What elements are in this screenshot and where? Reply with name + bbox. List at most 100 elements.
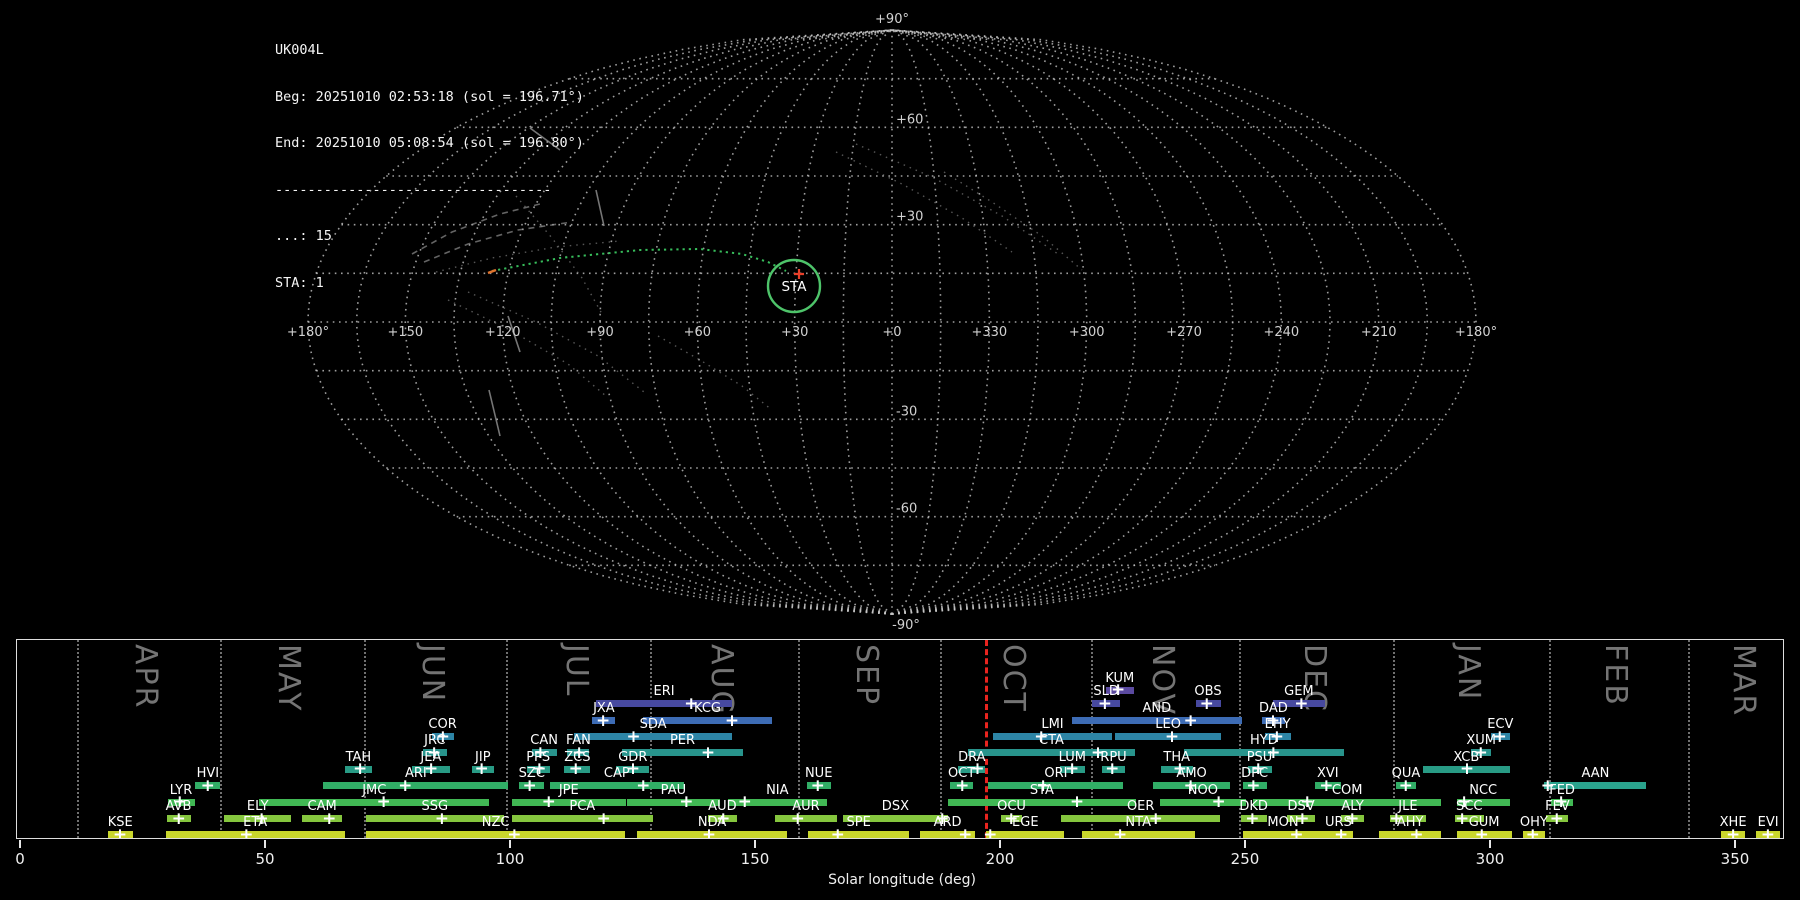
shower-peak-marker: +	[724, 710, 740, 731]
shower-activity-bar	[366, 831, 626, 838]
shower-code-label: NCC	[1469, 782, 1498, 798]
shower-peak-marker: +	[626, 726, 641, 747]
shower-peak-marker: +	[1183, 710, 1198, 731]
x-axis-tick-label: 50	[255, 850, 275, 868]
longitude-label: +300	[1069, 325, 1105, 340]
x-axis-tick	[1244, 840, 1246, 848]
shower-peak-marker: +	[1459, 759, 1475, 779]
shower-peak-marker: +	[701, 824, 717, 839]
track-start-tip	[487, 268, 497, 275]
month-label: JAN	[1450, 644, 1486, 702]
shower-code-label: PER	[669, 733, 696, 748]
shower-peak-marker: +	[983, 824, 998, 839]
radiant-track	[447, 299, 607, 397]
shower-activity-bar	[627, 798, 720, 806]
x-axis-tick	[264, 840, 266, 848]
shower-code-label: KCG	[694, 701, 721, 716]
x-axis-tick-label: 100	[495, 850, 525, 868]
shower-peak-marker: +	[955, 775, 970, 796]
shower-peak-marker: +	[398, 775, 413, 796]
shower-peak-marker: +	[596, 808, 611, 829]
latitude-label: -90°	[892, 618, 920, 633]
shower-activity-bar	[511, 815, 654, 822]
longitude-label: +0	[882, 325, 901, 340]
map-meridian	[550, 29, 893, 615]
radiant-track	[657, 335, 773, 411]
longitude-label: +30	[781, 325, 808, 340]
shower-peak-marker: +	[700, 742, 716, 763]
radiant-track	[515, 195, 603, 315]
month-label: JUL	[559, 644, 595, 698]
latitude-label: -60	[896, 502, 917, 517]
shower-peak-marker: +	[1164, 726, 1180, 747]
longitude-label: +210	[1361, 325, 1397, 340]
shower-peak-marker: +	[1112, 824, 1128, 839]
shower-peak-marker: +	[1549, 808, 1564, 829]
shower-activity-bar	[1159, 798, 1246, 806]
month-label: JUN	[414, 644, 450, 704]
shower-code-label: NTA	[1125, 815, 1151, 830]
shower-peak-marker: +	[322, 808, 337, 829]
x-axis-tick-label: 200	[985, 850, 1015, 868]
latitude-label: +30	[896, 210, 923, 225]
radiant-track	[467, 291, 645, 393]
x-axis-tick	[999, 840, 1001, 848]
shower-peak-marker: +	[1245, 808, 1260, 829]
shower-activity-bar	[774, 815, 838, 822]
radiant-track	[595, 189, 605, 227]
latitude-label: +60	[896, 112, 923, 127]
month-label: APR	[128, 644, 164, 710]
month-separator	[219, 640, 222, 838]
month-separator	[505, 640, 508, 838]
radiant-track	[435, 240, 621, 273]
month-label: OCT	[995, 644, 1031, 713]
month-label: FEB	[1598, 644, 1634, 707]
longitude-label: +180°	[1455, 325, 1497, 340]
x-axis-title: Solar longitude (deg)	[828, 872, 976, 888]
shower-peak-marker: +	[830, 824, 845, 839]
month-label: SEP	[849, 644, 885, 707]
shower-peak-marker: +	[1525, 824, 1540, 839]
longitude-label: +60	[684, 325, 711, 340]
shower-peak-marker: +	[1725, 824, 1741, 839]
month-separator	[76, 640, 79, 838]
shower-peak-marker: +	[1097, 693, 1113, 714]
shower-peak-marker: +	[352, 759, 368, 779]
shower-code-label: CTA	[1039, 733, 1064, 748]
shower-code-label: NZC	[481, 815, 510, 830]
radiant-track	[529, 127, 561, 151]
shower-code-label: JPE	[558, 782, 579, 798]
shower-peak-marker: +	[958, 824, 973, 839]
longitude-label: +330	[971, 325, 1007, 340]
latitude-label: -30	[896, 404, 917, 419]
shower-peak-marker: +	[1246, 775, 1261, 796]
map-meridian	[793, 29, 893, 615]
x-axis-tick	[19, 840, 21, 848]
x-axis-tick-label: 0	[15, 850, 25, 868]
shower-peak-marker: +	[171, 808, 186, 829]
shower-code-label: CAP	[603, 766, 630, 781]
shower-peak-marker: +	[1105, 759, 1120, 779]
shower-code-label: ERI	[653, 684, 675, 699]
shower-peak-marker: +	[595, 710, 611, 731]
longitude-label: +120	[485, 325, 521, 340]
x-axis-tick-label: 150	[740, 850, 770, 868]
shower-peak-marker: +	[1294, 693, 1309, 714]
sky-map: +90° +60 +30 -30 -60 -90° +180° +150 +120 +90 +60 +…	[287, 12, 1497, 633]
shower-peak-marker: +	[568, 759, 583, 779]
shower-peak-marker: +	[434, 808, 450, 829]
longitude-label: +90	[586, 325, 613, 340]
map-meridian	[891, 29, 1380, 615]
shower-code-label: SPE	[846, 815, 871, 830]
month-label: MAY	[271, 644, 307, 713]
month-separator	[1687, 640, 1690, 838]
map-meridian	[647, 29, 893, 615]
shower-peak-marker: +	[541, 792, 556, 812]
longitude-label: +150	[387, 325, 423, 340]
shower-peak-marker: +	[200, 775, 215, 796]
shower-peak-marker: +	[737, 792, 752, 812]
sta-drift-track	[491, 247, 787, 272]
shower-peak-marker: +	[1333, 824, 1349, 839]
shower-peak-marker: +	[679, 792, 694, 812]
longitude-label: +270	[1166, 325, 1202, 340]
